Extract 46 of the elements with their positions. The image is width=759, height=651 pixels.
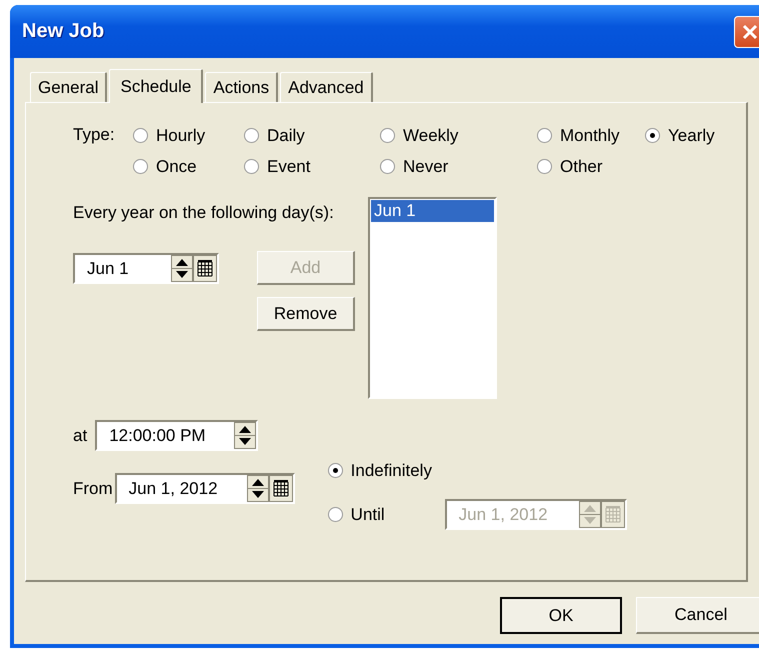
window-title: New Job xyxy=(22,20,104,43)
date-field[interactable]: Jun 1 xyxy=(73,253,219,284)
remove-button[interactable]: Remove xyxy=(257,297,355,331)
close-button[interactable] xyxy=(734,16,759,48)
radio-button[interactable] xyxy=(328,507,343,522)
days-label: Every year on the following day(s): xyxy=(73,203,335,223)
radio-button[interactable] xyxy=(133,159,148,174)
spinner-icon[interactable] xyxy=(246,475,269,502)
radio-button[interactable] xyxy=(645,128,660,143)
radio-label[interactable]: Yearly xyxy=(668,126,715,146)
radio-button[interactable] xyxy=(133,128,148,143)
radio-label[interactable]: Indefinitely xyxy=(350,460,432,480)
spinner-icon[interactable] xyxy=(234,422,256,449)
date-field[interactable]: Jun 1, 2012 xyxy=(114,473,295,504)
radio-button[interactable] xyxy=(537,128,552,143)
radio-button[interactable] xyxy=(380,159,395,174)
list-item[interactable]: Jun 1 xyxy=(371,200,494,222)
time-field[interactable]: 12:00:00 PM xyxy=(95,420,258,451)
tab[interactable]: Actions xyxy=(205,72,278,102)
radio-label[interactable]: Event xyxy=(267,156,310,176)
ok-button[interactable]: OK xyxy=(500,597,622,634)
calendar-icon[interactable] xyxy=(268,475,293,502)
radio-label[interactable]: Daily xyxy=(267,126,305,146)
tab[interactable]: Schedule xyxy=(109,69,204,103)
time-label: at xyxy=(73,426,88,446)
radio-label[interactable]: Monthly xyxy=(560,126,620,146)
radio-button[interactable] xyxy=(328,463,343,478)
radio-label[interactable]: Once xyxy=(156,156,197,176)
radio-button[interactable] xyxy=(244,159,259,174)
cancel-button[interactable]: Cancel xyxy=(636,597,759,634)
radio-button[interactable] xyxy=(244,128,259,143)
from-label: From xyxy=(73,478,113,498)
radio-label[interactable]: Until xyxy=(350,504,385,524)
tab[interactable]: Advanced xyxy=(280,72,373,102)
days-list[interactable]: Jun 1 xyxy=(368,197,497,399)
radio-label[interactable]: Hourly xyxy=(156,126,206,146)
radio-button[interactable] xyxy=(380,128,395,143)
type-label: Type: xyxy=(73,125,116,146)
close-icon xyxy=(741,22,759,40)
radio-label[interactable]: Other xyxy=(560,156,603,176)
radio-label[interactable]: Never xyxy=(403,156,448,176)
radio-button[interactable] xyxy=(537,159,552,174)
tab[interactable]: General xyxy=(30,72,108,102)
calendar-icon[interactable] xyxy=(193,255,217,282)
spinner-icon[interactable] xyxy=(171,255,193,282)
radio-label[interactable]: Weekly xyxy=(403,126,458,146)
